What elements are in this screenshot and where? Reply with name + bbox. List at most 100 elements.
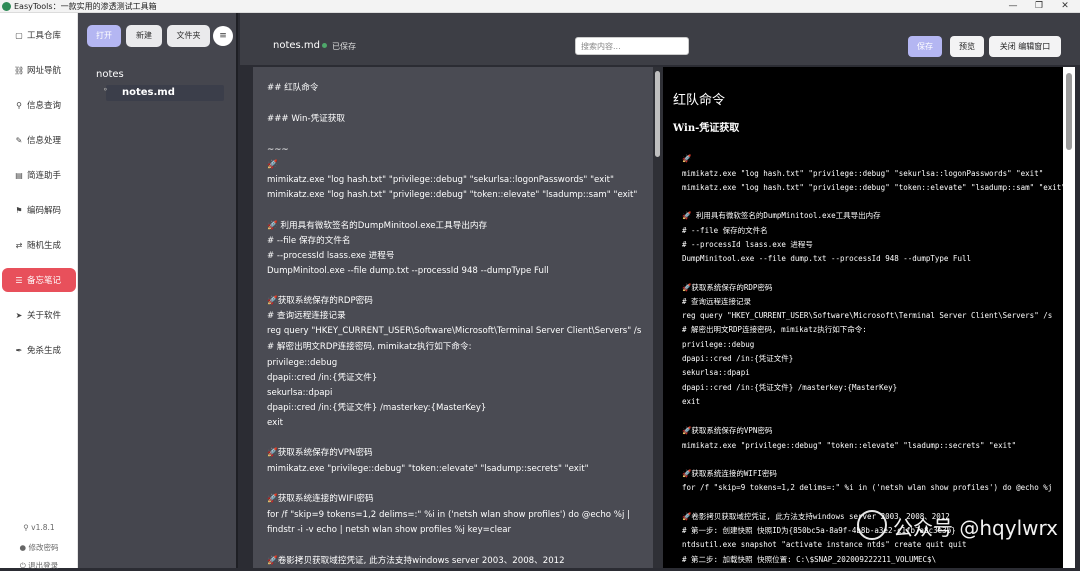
editor-line: 🚀卷影拷贝获取域控凭证, 此方法支持windows server 2003、20… [267,556,565,566]
preview-line: mimikatz.exe "log hash.txt" "privilege::… [682,183,1063,192]
preview-line: 🚀 利用具有微软签名的DumpMinitool.exe工具导出内存 [682,211,881,220]
preview-line: reg query "HKEY_CURRENT_USER\Software\Mi… [682,311,1053,320]
preview-line: 🚀获取系统保存的RDP密码 [682,283,773,292]
sidebar-item-label: 关于软件 [27,311,62,321]
editor-line: ## 红队命令 [267,83,319,93]
note-icon: ☰ [15,275,23,285]
editor-line: sekurlsa::dpapi [267,388,333,398]
sidebar-item-info-process[interactable]: ✎ 信息处理 [0,128,78,152]
pen-icon: ✒ [15,345,23,355]
open-button[interactable]: 打开 [87,25,121,47]
editor-line: findstr -i -v echo | netsh wlan show pro… [267,525,512,535]
edit-icon: ✎ [15,135,23,145]
preview-line: privilege::debug [682,340,755,349]
editor-line: # 解密出明文RDP连接密码, mimikatz执行如下命令: [267,342,472,352]
editor-line: ~~~ [267,145,289,155]
preview-line: DumpMinitool.exe --file dump.txt --proce… [682,254,971,263]
file-pane: 打开 新建 文件夹 ≡ notes ⚬ notes.md [78,13,238,568]
file-icon: ⚬ [102,85,109,94]
sidebar-item-notes[interactable]: ☰ 备忘笔记 [2,268,76,292]
tree-file-label: notes.md [122,87,175,98]
editor-line: dpapi::cred /in:{凭证文件} /masterkey:{Maste… [267,403,487,413]
preview-heading-3: Win-凭证获取 [673,123,740,134]
send-icon: ➤ [15,310,23,320]
nav-sidebar: ▢ 工具仓库 ⛓ 网址导航 ⚲ 信息查询 ✎ 信息处理 ▤ 简连助手 ⚑ 编码解… [0,13,78,571]
preview-line: 🚀获取系统保存的VPN密码 [682,426,773,435]
sidebar-item-tool-repo[interactable]: ▢ 工具仓库 [0,23,78,47]
editor-line: for /f "skip=9 tokens=1,2 delims=:" %i i… [267,510,630,520]
logout-link[interactable]: ⏻ 退出登录 [0,560,78,571]
preview-line: mimikatz.exe "log hash.txt" "privilege::… [682,169,1044,178]
editor-line: 🚀获取系统保存的VPN密码 [267,448,373,458]
search-input[interactable] [575,37,689,55]
title-bar: EasyTools：一款实用的渗透测试工具箱 — ❐ ✕ [0,0,1080,13]
preview-line: # 解密出明文RDP连接密码, mimikatz执行如下命令: [682,325,867,334]
change-password-link[interactable]: ● 修改密码 [0,542,78,553]
preview-line: dpapi::cred /in:{凭证文件} /masterkey:{Maste… [682,383,898,392]
search-icon: ⚲ [16,100,22,110]
sidebar-item-random-gen[interactable]: ⇄ 随机生成 [0,233,78,257]
wechat-watermark-icon [857,510,887,540]
editor-line: reg query "HKEY_CURRENT_USER\Software\Mi… [267,326,642,336]
preview-line: exit [682,397,701,406]
preview-line: # --processId lsass.exe 进程号 [682,240,813,249]
editor-line: mimikatz.exe "log hash.txt" "privilege::… [267,190,638,200]
version-label: ⚲ v1.8.1 [23,523,55,532]
sidebar-item-info-query[interactable]: ⚲ 信息查询 [0,93,78,117]
sidebar-item-label: 简连助手 [27,171,62,181]
sidebar-item-label: 免杀生成 [27,346,62,356]
editor-line: dpapi::cred /in:{凭证文件} [267,373,378,383]
flag-icon: ⚑ [15,205,23,215]
sidebar-item-url-nav[interactable]: ⛓ 网址导航 [0,58,78,82]
sidebar-item-helper[interactable]: ▤ 简连助手 [0,163,78,187]
new-button[interactable]: 新建 [126,25,162,47]
sidebar-item-encode-decode[interactable]: ⚑ 编码解码 [0,198,78,222]
watermark-text: 公众号 @hqylwrx [893,516,1058,540]
editor-line: # 查询远程连接记录 [267,311,346,321]
sidebar-item-label: 随机生成 [27,241,62,251]
close-window-button[interactable]: ✕ [1052,0,1078,12]
link-icon: ⛓ [14,65,25,75]
helper-icon: ▤ [15,170,23,180]
preview-line: dpapi::cred /in:{凭证文件} [682,354,794,363]
editor-line: 🚀 [267,160,278,170]
minimize-button[interactable]: — [1000,0,1026,12]
editor-line: # --processId lsass.exe 进程号 [267,251,395,261]
document-name: notes.md [273,40,321,51]
preview-scroll-thumb[interactable] [1066,73,1072,150]
sidebar-item-label: 备忘笔记 [27,276,62,286]
sidebar-item-label: 工具仓库 [27,31,62,41]
tree-file-notes-md[interactable]: ⚬ notes.md [102,85,224,101]
close-editor-button[interactable]: 关闭 编辑窗口 [989,36,1061,57]
editor-line: mimikatz.exe "privilege::debug" "token::… [267,464,589,474]
preview-line: # 第二步: 加载快照 快照位置: C:\$SNAP_202009222211_… [682,555,937,564]
editor-line: mimikatz.exe "log hash.txt" "privilege::… [267,175,614,185]
editor-line: 🚀获取系统保存的RDP密码 [267,296,373,306]
editor-line: 🚀获取系统连接的WIFI密码 [267,494,374,504]
menu-icon[interactable]: ≡ [213,26,233,46]
sidebar-item-bypass-gen[interactable]: ✒ 免杀生成 [0,338,78,362]
folder-button[interactable]: 文件夹 [167,25,210,47]
preview-line: 🚀获取系统连接的WIFI密码 [682,469,777,478]
preview-line: 🚀 [682,154,692,163]
preview-button[interactable]: 预览 [950,36,984,57]
editor-line: # --file 保存的文件名 [267,236,351,246]
preview-line: mimikatz.exe "privilege::debug" "token::… [682,441,1017,450]
tree-folder-notes[interactable]: notes [96,69,124,80]
preview-line: # --file 保存的文件名 [682,226,768,235]
save-button[interactable]: 保存 [908,36,942,57]
editor-scroll-thumb[interactable] [655,71,660,157]
editor-line: 🚀 利用具有微软签名的DumpMinitool.exe工具导出内存 [267,221,488,231]
tag-icon: ⚲ [23,523,32,532]
markdown-preview: 红队命令 Win-凭证获取 🚀 mimikatz.exe "log hash.t… [663,67,1063,568]
app-logo-icon [2,2,11,11]
logout-icon: ⏻ [19,561,29,570]
sidebar-item-label: 编码解码 [27,206,62,216]
preview-line: sekurlsa::dpapi [682,368,750,377]
box-icon: ▢ [15,30,23,40]
markdown-editor[interactable]: ## 红队命令 ### Win-凭证获取 ~~~ 🚀 mimikatz.exe … [253,67,653,568]
sidebar-item-about[interactable]: ➤ 关于软件 [0,303,78,327]
editor-line: exit [267,418,283,428]
maximize-button[interactable]: ❐ [1026,0,1052,12]
sidebar-item-label: 网址导航 [27,66,62,76]
